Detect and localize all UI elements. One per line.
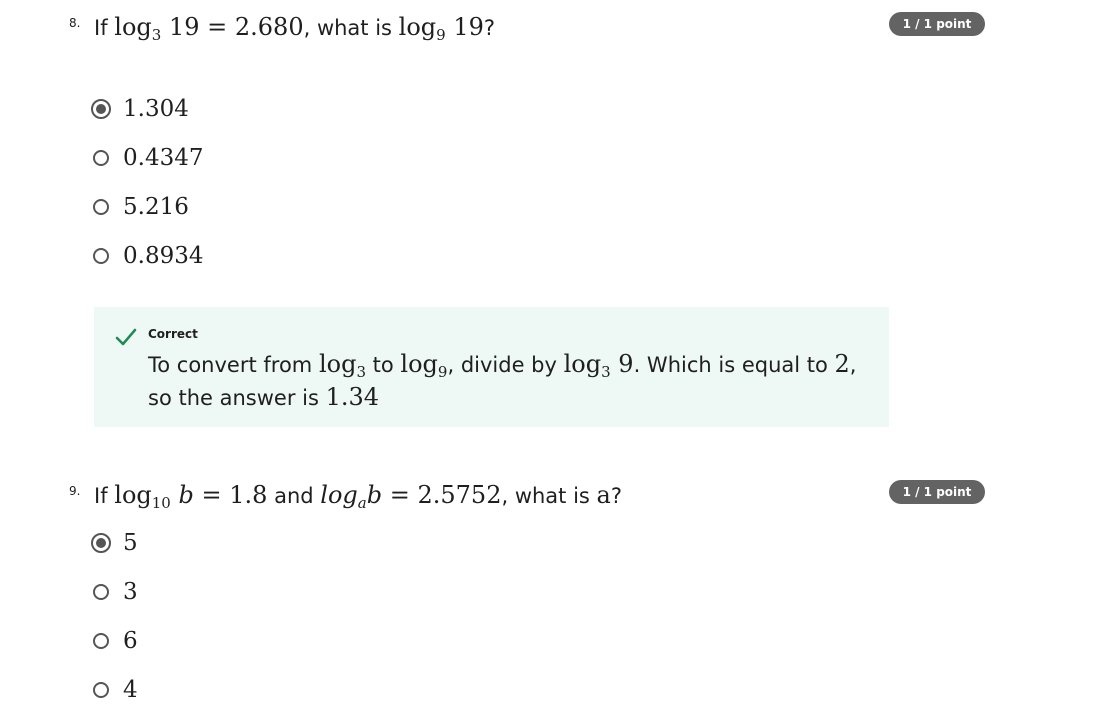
- option-4[interactable]: 4: [93, 675, 138, 705]
- feedback-explanation: To convert from log3 to log9, divide by …: [148, 350, 857, 411]
- radio-button-selected[interactable]: [91, 99, 111, 119]
- radio-button[interactable]: [93, 682, 109, 698]
- option-label: 0.8934: [123, 243, 204, 269]
- checkmark-icon: [115, 328, 137, 346]
- option-2[interactable]: 0.4347: [93, 143, 203, 173]
- option-2[interactable]: 3: [93, 577, 138, 607]
- option-1[interactable]: 1.304: [91, 94, 189, 124]
- option-label: 5.216: [123, 194, 189, 220]
- option-4[interactable]: 0.8934: [93, 241, 203, 271]
- option-label: 0.4347: [123, 145, 204, 171]
- feedback-status: Correct: [148, 327, 198, 341]
- radio-button[interactable]: [93, 248, 109, 264]
- radio-button[interactable]: [93, 584, 109, 600]
- radio-button-selected[interactable]: [91, 533, 111, 553]
- option-label: 4: [123, 677, 138, 703]
- option-label: 3: [123, 579, 138, 605]
- option-3[interactable]: 5.216: [93, 192, 189, 222]
- option-label: 6: [123, 628, 138, 654]
- radio-button[interactable]: [93, 199, 109, 215]
- option-1[interactable]: 5: [91, 528, 138, 558]
- question-prompt: If log10 b = 1.8 and logab = 2.5752, wha…: [94, 481, 623, 512]
- option-label: 5: [123, 530, 138, 556]
- feedback-panel: Correct To convert from log3 to log9, di…: [94, 307, 889, 427]
- points-badge: 1 / 1 point: [889, 12, 985, 36]
- question-number: 8.: [69, 16, 81, 30]
- points-badge: 1 / 1 point: [889, 480, 985, 504]
- question-prompt: If log3 19 = 2.680, what is log9 19?: [94, 13, 496, 44]
- question-number: 9.: [69, 484, 81, 498]
- option-3[interactable]: 6: [93, 626, 138, 656]
- radio-button[interactable]: [93, 150, 109, 166]
- radio-button[interactable]: [93, 633, 109, 649]
- option-label: 1.304: [123, 96, 189, 122]
